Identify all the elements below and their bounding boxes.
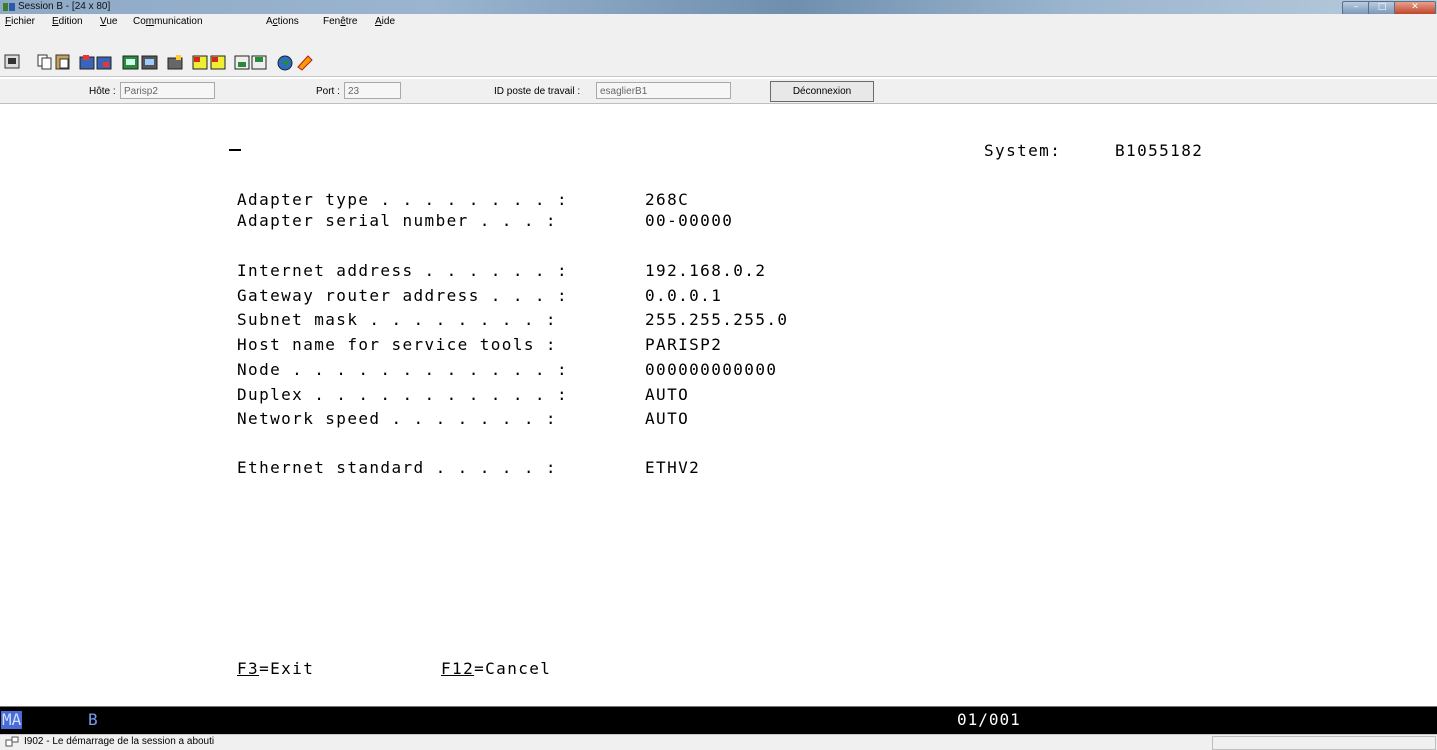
disconnect-button[interactable]: Déconnexion <box>770 81 874 102</box>
menu-actions[interactable]: Actions <box>266 16 299 27</box>
transfer-up-icon[interactable] <box>234 55 250 70</box>
record-macro-icon[interactable] <box>192 55 208 70</box>
keyboard-icon[interactable] <box>141 55 158 70</box>
port-label: Port : <box>316 86 340 97</box>
display-icon[interactable] <box>122 55 139 70</box>
field-value: PARISP2 <box>645 335 723 354</box>
receive-icon[interactable] <box>96 56 112 70</box>
field-value: AUTO <box>645 409 690 428</box>
network-status-icon <box>5 736 19 747</box>
title-bar: Session B - [24 x 80] – □ ✕ <box>0 0 1437 15</box>
menu-edition[interactable]: Edition <box>52 16 83 27</box>
menu-bar: Fichier Edition Vue Communication Action… <box>0 14 1437 30</box>
globe-icon[interactable] <box>277 55 293 71</box>
field-value: 000000000000 <box>645 360 778 379</box>
field-value: 192.168.0.2 <box>645 261 767 280</box>
system-value: B1055182 <box>1115 141 1204 160</box>
port-field[interactable]: 23 <box>344 82 401 99</box>
workstation-id-label: ID poste de travail : <box>494 86 581 97</box>
field-label: Internet address . . . . . . : <box>237 261 568 280</box>
field-value: 0.0.0.1 <box>645 286 723 305</box>
connection-bar: Hôte : Parisp2 Port : 23 ID poste de tra… <box>0 79 1437 104</box>
field-value: 00-00000 <box>645 211 734 230</box>
close-button[interactable]: ✕ <box>1394 1 1436 15</box>
paste-icon[interactable] <box>55 54 70 70</box>
mode-indicator: MA <box>1 710 23 729</box>
terminal-screen[interactable]: System: B1055182 Adapter type . . . . . … <box>0 104 1437 706</box>
session-indicator: B <box>88 710 98 729</box>
field-label: Adapter serial number . . . : <box>237 211 557 230</box>
session-app-icon <box>3 3 15 11</box>
menu-fichier[interactable]: Fichier <box>5 16 35 27</box>
menu-communication[interactable]: Communication <box>133 16 203 27</box>
field-label: Node . . . . . . . . . . . . : <box>237 360 568 379</box>
operator-info-area: MA B 01/001 <box>0 706 1437 734</box>
status-message: I902 - Le démarrage de la session a abou… <box>24 736 215 747</box>
cursor-position: 01/001 <box>957 710 1021 729</box>
toolbar-icons <box>4 54 313 71</box>
workstation-id-field[interactable]: esaglierB1 <box>596 82 731 99</box>
field-label: Network speed . . . . . . . : <box>237 409 557 428</box>
field-label: Ethernet standard . . . . . : <box>237 458 557 477</box>
menu-fenetre[interactable]: Fenêtre <box>323 16 357 27</box>
field-label: Adapter type . . . . . . . . : <box>237 190 568 209</box>
field-label: Duplex . . . . . . . . . . . : <box>237 385 568 404</box>
field-label: Subnet mask . . . . . . . . : <box>237 310 557 329</box>
maximize-button[interactable]: □ <box>1368 1 1396 15</box>
system-label: System: <box>984 141 1062 160</box>
status-panel <box>1212 736 1436 750</box>
field-value: ETHV2 <box>645 458 701 477</box>
field-value: AUTO <box>645 385 690 404</box>
field-label: Gateway router address . . . : <box>237 286 568 305</box>
transfer-down-icon[interactable] <box>251 55 267 70</box>
host-label: Hôte : <box>89 86 116 97</box>
print-screen-icon[interactable] <box>4 54 20 69</box>
macro-icon[interactable] <box>167 55 183 70</box>
help-icon[interactable] <box>297 55 313 71</box>
field-value: 268C <box>645 190 690 209</box>
copy-icon[interactable] <box>37 54 52 70</box>
status-bar: I902 - Le démarrage de la session a abou… <box>0 734 1437 750</box>
f12-cancel-key[interactable]: F12=Cancel <box>441 659 551 678</box>
minimize-button[interactable]: – <box>1342 1 1370 15</box>
terminal-cursor <box>229 149 241 151</box>
field-value: 255.255.255.0 <box>645 310 789 329</box>
toolbar <box>0 30 1437 77</box>
f3-exit-key[interactable]: F3=Exit <box>237 659 314 678</box>
play-macro-icon[interactable] <box>210 55 226 70</box>
send-icon[interactable] <box>79 55 95 70</box>
menu-aide[interactable]: Aide <box>375 16 395 27</box>
window-title: Session B - [24 x 80] <box>18 1 111 12</box>
field-label: Host name for service tools : <box>237 335 557 354</box>
menu-vue[interactable]: Vue <box>100 16 117 27</box>
host-field[interactable]: Parisp2 <box>120 82 215 99</box>
